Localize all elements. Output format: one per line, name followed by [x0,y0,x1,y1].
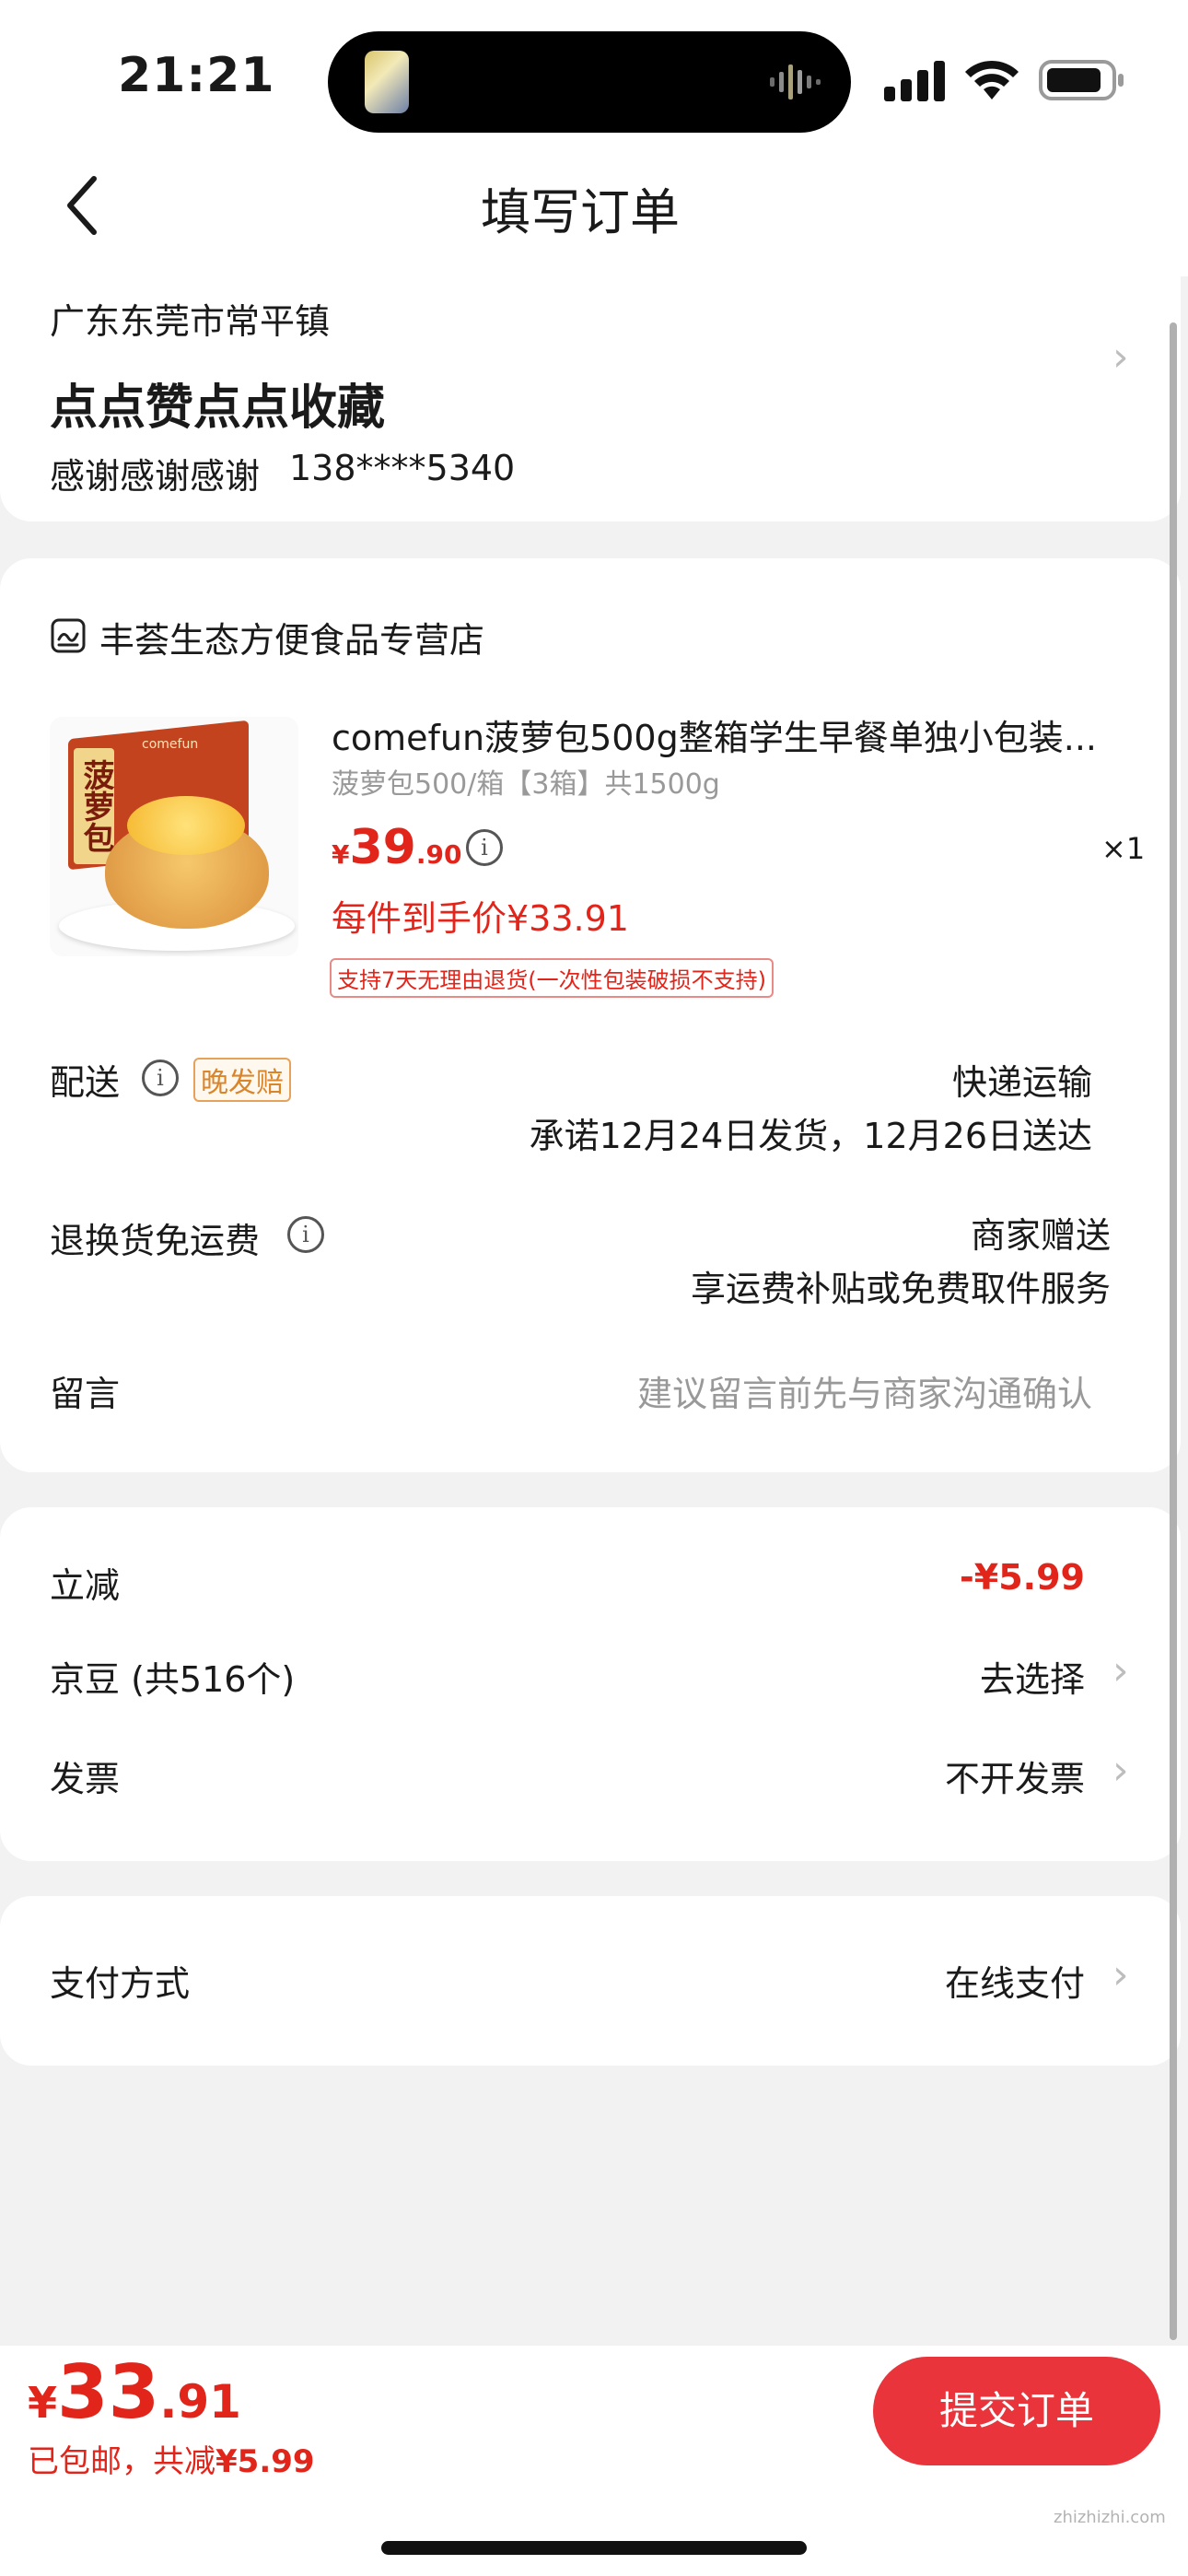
contact-phone: 138****5340 [289,448,516,488]
delivery-info-icon[interactable]: i [142,1060,179,1096]
jingdou-value[interactable]: 去选择 [829,1651,1085,1702]
price-integer: 39 [349,820,416,875]
invoice-chevron-icon: › [1112,1747,1129,1794]
final-price-label: 每件到手价¥33.91 [332,898,629,939]
total-decimal: .91 [159,2375,241,2429]
wifi-icon [965,60,1019,100]
address-detail: 点点赞点点收藏 [50,381,386,436]
now-playing-thumbnail [365,51,409,113]
watermark: zhizhizhi.com [1054,2508,1166,2527]
delivery-method[interactable]: 快递运输 [460,1054,1092,1105]
cellular-signal-icon [884,61,945,101]
payment-chevron-icon: › [1112,1951,1129,1998]
scrollbar[interactable] [1170,322,1177,2340]
product-box-label: 菠萝包 [74,748,114,864]
product-title[interactable]: comefun菠萝包500g整箱学生早餐单独小包装... [332,709,1133,760]
page-title: 填写订单 [481,183,680,241]
delivery-label: 配送 [50,1062,121,1103]
total-integer: 33 [57,2349,160,2435]
product-spec: 菠萝包500/箱【3箱】共1500g [332,768,720,801]
total-currency: ¥ [28,2378,58,2428]
message-input[interactable]: 建议留言前先与商家沟通确认 [460,1365,1092,1416]
instant-discount-value: -¥5.99 [960,1557,1085,1598]
address-chevron-icon: › [1112,334,1129,381]
product-filling-graphic [127,796,245,855]
battery-icon [1039,60,1124,100]
payment-value[interactable]: 在线支付 [829,1955,1085,2006]
late-delivery-tag: 晚发赔 [193,1058,291,1102]
invoice-label: 发票 [50,1759,121,1799]
product-price: ¥39.90 [332,820,461,875]
audio-wave-icon [770,64,821,100]
message-label: 留言 [50,1374,121,1414]
price-info-icon[interactable]: i [466,829,503,866]
return-shipping-detail: 享运费补贴或免费取件服务 [690,1269,1111,1309]
price-decimal: .90 [415,839,462,870]
submit-order-button[interactable]: 提交订单 [873,2357,1160,2465]
return-shipping-info-icon[interactable]: i [287,1216,324,1253]
return-policy-tag: 支持7天无理由退货(一次性包装破损不支持) [330,958,774,998]
store-card [0,558,1181,1472]
invoice-value[interactable]: 不开发票 [829,1751,1085,1801]
summary-amount: ¥5.99 [215,2443,315,2480]
store-name[interactable]: 丰荟生态方便食品专营店 [99,612,484,662]
jingdou-label: 京豆 (共516个) [50,1659,296,1700]
contact-name: 感谢感谢感谢 [50,456,261,497]
product-image[interactable]: 菠萝包 comefun [50,717,298,956]
summary-prefix: 已包邮，共减 [28,2443,215,2480]
product-quantity: ×1 [1101,831,1146,866]
price-currency: ¥ [332,839,350,870]
payment-label: 支付方式 [50,1963,191,2004]
jingdou-chevron-icon: › [1112,1647,1129,1694]
address-region: 广东东莞市常平镇 [50,301,331,342]
home-indicator[interactable] [381,2541,807,2555]
delivery-promise: 承诺12月24日发货，12月26日送达 [529,1116,1092,1156]
store-icon [51,618,86,653]
instant-discount-label: 立减 [50,1565,121,1606]
product-box-brand: comefun [142,737,199,752]
return-shipping-value: 商家赠送 [970,1215,1111,1256]
status-time: 21:21 [118,48,275,103]
total-summary: 已包邮，共减¥5.99 [28,2436,315,2481]
return-shipping-label: 退换货免运费 [50,1221,261,1261]
total-price: ¥33.91 [28,2349,241,2435]
